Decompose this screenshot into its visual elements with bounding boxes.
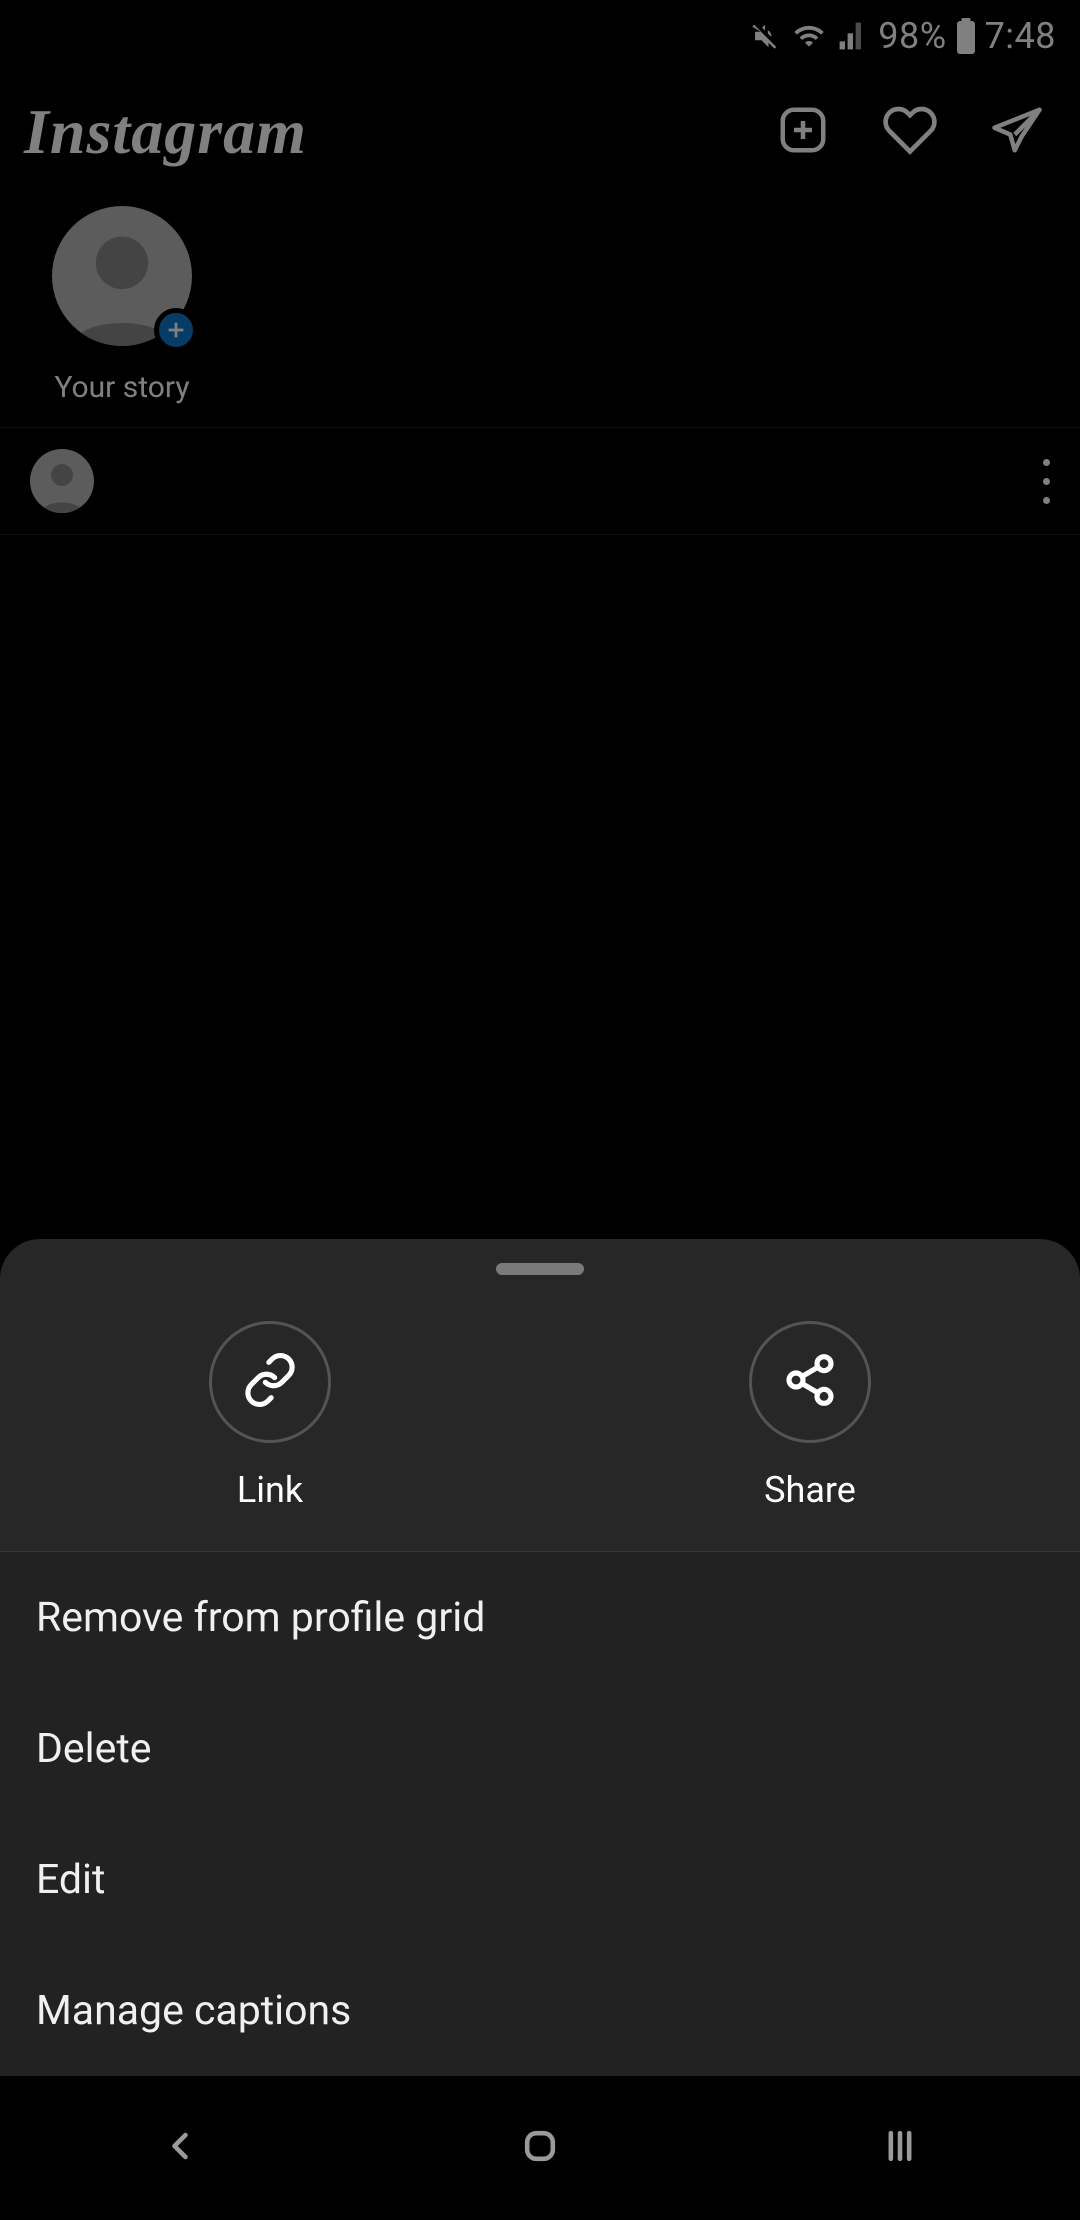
new-post-icon[interactable]	[776, 103, 830, 161]
option-remove-from-grid[interactable]: Remove from profile grid	[0, 1552, 1080, 1683]
signal-icon	[836, 20, 870, 52]
sheet-drag-handle[interactable]	[496, 1263, 584, 1275]
link-icon	[242, 1352, 298, 1412]
share-label: Share	[764, 1469, 856, 1511]
post-header	[0, 427, 1080, 534]
header-actions	[776, 102, 1056, 162]
wifi-icon	[790, 20, 828, 52]
link-label: Link	[237, 1469, 303, 1511]
post-more-icon[interactable]	[1043, 459, 1050, 504]
your-story[interactable]: Your story	[32, 206, 212, 405]
status-bar: 98% 7:48	[0, 0, 1080, 72]
option-manage-captions[interactable]: Manage captions	[0, 1945, 1080, 2076]
messages-icon[interactable]	[990, 103, 1044, 161]
share-icon	[782, 1352, 838, 1412]
battery-icon	[955, 18, 977, 54]
app-header: Instagram	[0, 72, 1080, 192]
option-edit[interactable]: Edit	[0, 1814, 1080, 1945]
system-nav-bar	[0, 2076, 1080, 2220]
option-delete[interactable]: Delete	[0, 1683, 1080, 1814]
nav-home-icon[interactable]	[518, 2124, 562, 2172]
activity-heart-icon[interactable]	[882, 102, 938, 162]
stories-tray[interactable]: Your story	[0, 192, 1080, 427]
sheet-options-list: Remove from profile grid Delete Edit Man…	[0, 1551, 1080, 2076]
post-author-avatar[interactable]	[30, 449, 94, 513]
nav-back-icon[interactable]	[158, 2124, 202, 2172]
add-story-badge-icon	[154, 308, 198, 352]
clock: 7:48	[985, 15, 1056, 57]
app-title: Instagram	[24, 95, 776, 169]
options-bottom-sheet: Link Share Remove from profile grid Dele…	[0, 1239, 1080, 2076]
sheet-action-link[interactable]: Link	[0, 1321, 540, 1511]
battery-percent: 98%	[878, 15, 946, 57]
mute-icon	[748, 19, 782, 53]
story-label: Your story	[54, 370, 189, 405]
sheet-action-share[interactable]: Share	[540, 1321, 1080, 1511]
nav-recents-icon[interactable]	[878, 2124, 922, 2172]
